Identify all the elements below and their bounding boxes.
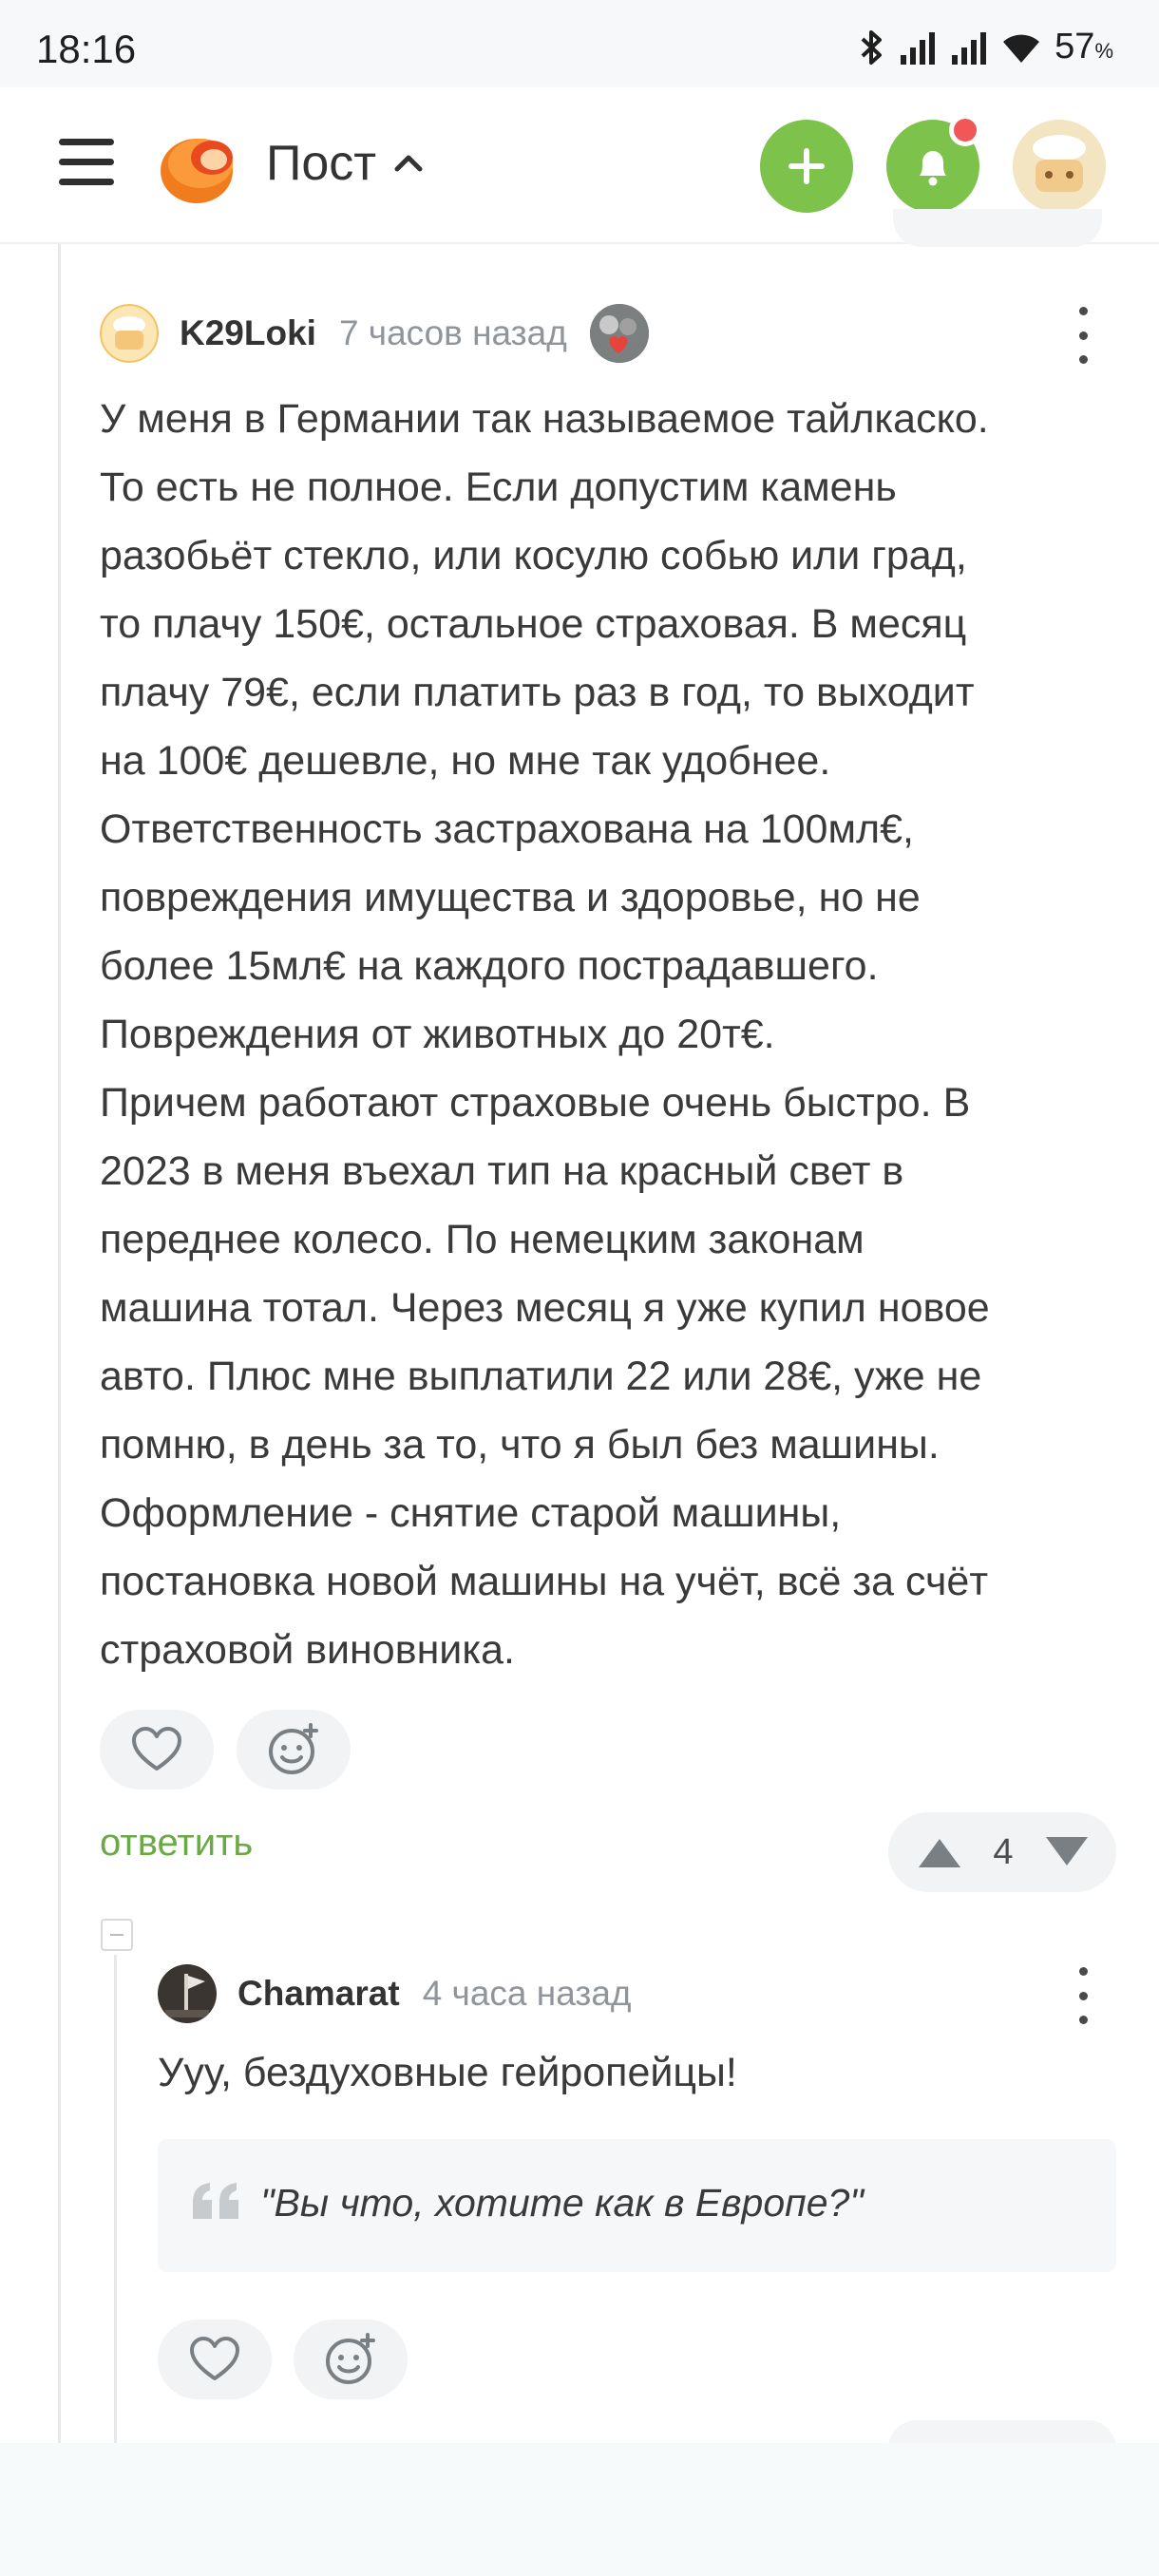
- quote-block: "Вы что, хотите как в Европе?": [158, 2139, 1116, 2272]
- bluetooth-icon: [861, 29, 883, 65]
- avatar-image: [1013, 120, 1106, 213]
- rating-control: 4: [888, 1812, 1116, 1892]
- comment-header: K29Loki 7 часов назад: [100, 304, 649, 363]
- previous-vote-pill: [893, 209, 1102, 247]
- emoji-add-icon: [326, 2333, 375, 2384]
- emoji-add-icon: [269, 1723, 318, 1774]
- heart-icon: [190, 2337, 239, 2380]
- react-button[interactable]: [294, 2320, 408, 2399]
- notifications-button[interactable]: [886, 114, 981, 213]
- bell-icon: [920, 151, 946, 186]
- upvote-icon[interactable]: [915, 1835, 964, 1869]
- logo[interactable]: [157, 123, 242, 209]
- comment-text: У меня в Германии так называемое тайлкас…: [100, 396, 990, 1673]
- avatar-image: [100, 304, 159, 363]
- reply-author[interactable]: Chamarat: [238, 1974, 400, 2014]
- heart-icon: [132, 1727, 181, 1771]
- avatar-image: [158, 1964, 217, 2023]
- quote-text: "Вы что, хотите как в Европе?": [260, 2181, 864, 2225]
- downvote-icon[interactable]: [1042, 1835, 1092, 1869]
- quote-icon: [193, 2183, 238, 2219]
- menu-icon[interactable]: [59, 139, 114, 192]
- collapse-thread-button[interactable]: [101, 1919, 133, 1951]
- more-options-icon[interactable]: [1074, 1967, 1092, 2024]
- comment-author[interactable]: K29Loki: [180, 313, 316, 353]
- avatar[interactable]: [1013, 120, 1106, 213]
- reply-text: Ууу, бездуховные гейропейцы!: [158, 2050, 737, 2095]
- plus-icon: [788, 148, 825, 184]
- avatar[interactable]: [158, 1964, 217, 2023]
- signal-icon-2: [952, 31, 987, 65]
- rating-count: 4: [993, 1831, 1014, 1872]
- like-button[interactable]: [158, 2320, 272, 2399]
- system-nav-area: [0, 2443, 1159, 2576]
- wifi-icon: [1003, 34, 1040, 63]
- award-badge-icon[interactable]: [589, 304, 649, 363]
- signal-icon: [901, 31, 936, 65]
- reply-link[interactable]: ответить: [100, 1822, 253, 1865]
- status-bar: 18:16 57%: [0, 0, 1159, 87]
- battery-level: 57%: [1054, 27, 1113, 66]
- notification-dot: [949, 114, 981, 146]
- reply-time[interactable]: 4 часа назад: [423, 1974, 632, 2014]
- page-title-text: Пост: [266, 136, 377, 191]
- react-button[interactable]: [237, 1710, 351, 1790]
- status-icons: 57%: [859, 27, 1113, 67]
- status-time: 18:16: [36, 27, 137, 71]
- thread-line: [58, 244, 61, 2443]
- avatar[interactable]: [100, 304, 159, 363]
- add-post-button[interactable]: [760, 120, 853, 213]
- page-title[interactable]: Пост: [266, 135, 426, 192]
- chevron-up-icon: [394, 155, 423, 172]
- thread-line-nested: [114, 1955, 117, 2443]
- more-options-icon[interactable]: [1074, 307, 1092, 364]
- comment-time[interactable]: 7 часов назад: [339, 313, 567, 353]
- reply-header: Chamarat 4 часа назад: [158, 1964, 631, 2023]
- like-button[interactable]: [100, 1710, 214, 1790]
